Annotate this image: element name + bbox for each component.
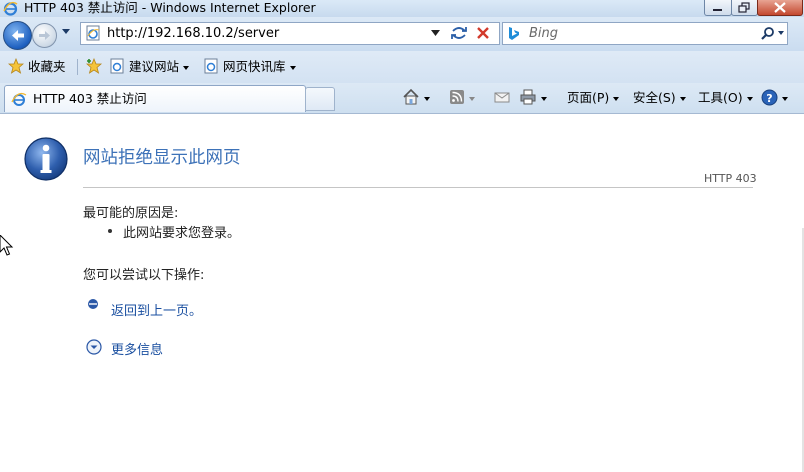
tools-menu-label: 工具(O) bbox=[698, 90, 743, 105]
minimize-button[interactable] bbox=[704, 0, 732, 16]
address-bar[interactable]: http://192.168.10.2/server bbox=[80, 22, 500, 45]
recent-pages-dropdown-icon[interactable] bbox=[61, 28, 71, 36]
page-menu-button[interactable]: 页面(P) bbox=[567, 87, 620, 109]
info-icon bbox=[24, 137, 68, 181]
list-bullet bbox=[108, 229, 112, 233]
page-heading: 网站拒绝显示此网页 bbox=[83, 148, 241, 168]
favorites-item-label: 建议网站 bbox=[128, 59, 179, 74]
favorites-button[interactable]: 收藏夹 bbox=[7, 57, 66, 76]
address-dropdown-icon[interactable] bbox=[431, 30, 440, 37]
dropdown-caret-icon bbox=[746, 96, 753, 101]
favorites-item-label: 网页快讯库 bbox=[222, 59, 286, 74]
back-button[interactable] bbox=[3, 21, 32, 50]
chevron-down-circle-icon[interactable] bbox=[86, 339, 102, 355]
refresh-icon[interactable] bbox=[449, 25, 469, 41]
home-button[interactable] bbox=[402, 87, 430, 109]
dropdown-caret-icon bbox=[613, 96, 620, 101]
minimize-icon bbox=[713, 9, 722, 11]
forward-arrow-icon bbox=[39, 31, 50, 40]
favorites-item-web-slice-gallery[interactable]: 网页快讯库 bbox=[203, 58, 296, 76]
help-button[interactable]: ? bbox=[761, 87, 788, 109]
dropdown-caret-icon bbox=[424, 96, 430, 101]
print-button[interactable] bbox=[519, 87, 547, 109]
back-arrow-icon bbox=[12, 30, 24, 41]
safety-menu-label: 安全(S) bbox=[633, 90, 676, 105]
page-icon bbox=[110, 58, 124, 74]
feeds-button[interactable] bbox=[449, 87, 475, 109]
search-icon[interactable] bbox=[761, 26, 785, 41]
safety-menu-button[interactable]: 安全(S) bbox=[633, 87, 686, 109]
dropdown-caret-icon bbox=[679, 96, 686, 101]
dropdown-caret-icon bbox=[289, 65, 296, 70]
more-information-link[interactable]: 更多信息 bbox=[111, 339, 163, 358]
add-to-favorites-bar-button[interactable] bbox=[85, 57, 104, 76]
close-button[interactable] bbox=[757, 0, 803, 16]
rss-feed-icon bbox=[450, 90, 464, 104]
restore-icon bbox=[738, 2, 750, 13]
tools-menu-button[interactable]: 工具(O) bbox=[698, 87, 753, 109]
bullet-link-icon bbox=[88, 299, 98, 309]
dropdown-caret-icon bbox=[541, 96, 547, 101]
http-status-code: HTTP 403 bbox=[704, 172, 757, 185]
help-icon: ? bbox=[761, 89, 778, 106]
tab-and-command-bar: HTTP 403 禁止访问 页面(P) 安全(S) 工具(O) ? bbox=[0, 83, 804, 114]
home-icon bbox=[403, 88, 419, 105]
search-input[interactable]: Bing bbox=[529, 23, 558, 44]
cause-list-item: 此网站要求您登录。 bbox=[123, 226, 241, 241]
favorites-label: 收藏夹 bbox=[27, 59, 66, 74]
favorites-bar: 收藏夹 建议网站 网页快讯库 bbox=[0, 51, 804, 83]
page-content: 网站拒绝显示此网页 HTTP 403 最可能的原因是: 此网站要求您登录。 您可… bbox=[0, 114, 804, 472]
favorites-item-suggested-sites[interactable]: 建议网站 bbox=[109, 58, 189, 76]
cause-title: 最可能的原因是: bbox=[83, 206, 179, 221]
stop-icon[interactable] bbox=[476, 26, 490, 40]
star-icon bbox=[7, 57, 25, 74]
svg-text:?: ? bbox=[766, 92, 772, 105]
mail-icon bbox=[494, 92, 510, 103]
search-box[interactable]: Bing bbox=[502, 22, 788, 45]
ie-page-icon bbox=[11, 92, 27, 106]
tab-http-403[interactable]: HTTP 403 禁止访问 bbox=[4, 85, 306, 112]
navigation-bar: http://192.168.10.2/server Bing bbox=[0, 17, 804, 51]
address-text[interactable]: http://192.168.10.2/server bbox=[107, 23, 279, 44]
page-icon bbox=[204, 58, 218, 74]
maximize-button[interactable] bbox=[731, 0, 758, 16]
page-icon bbox=[86, 25, 100, 41]
tab-label: HTTP 403 禁止访问 bbox=[33, 91, 147, 106]
mouse-cursor-icon bbox=[0, 235, 14, 256]
dropdown-caret-icon bbox=[469, 96, 475, 101]
dropdown-caret-icon bbox=[782, 96, 788, 101]
toolbar-separator bbox=[77, 59, 78, 75]
suggestions-title: 您可以尝试以下操作: bbox=[83, 268, 205, 283]
dropdown-caret-icon bbox=[183, 65, 189, 70]
bing-icon bbox=[509, 27, 519, 40]
new-tab-button[interactable] bbox=[305, 87, 335, 111]
read-mail-button[interactable] bbox=[493, 87, 511, 109]
ie-logo-icon bbox=[3, 1, 18, 16]
heading-divider bbox=[83, 187, 753, 188]
go-back-link[interactable]: 返回到上一页。 bbox=[111, 300, 202, 319]
title-bar: HTTP 403 禁止访问 - Windows Internet Explore… bbox=[0, 0, 804, 17]
page-menu-label: 页面(P) bbox=[567, 90, 610, 105]
window-title: HTTP 403 禁止访问 - Windows Internet Explore… bbox=[24, 0, 316, 15]
forward-button[interactable] bbox=[32, 23, 57, 48]
printer-icon bbox=[520, 89, 536, 105]
close-icon bbox=[774, 2, 786, 13]
add-favorite-star-icon bbox=[85, 57, 103, 74]
